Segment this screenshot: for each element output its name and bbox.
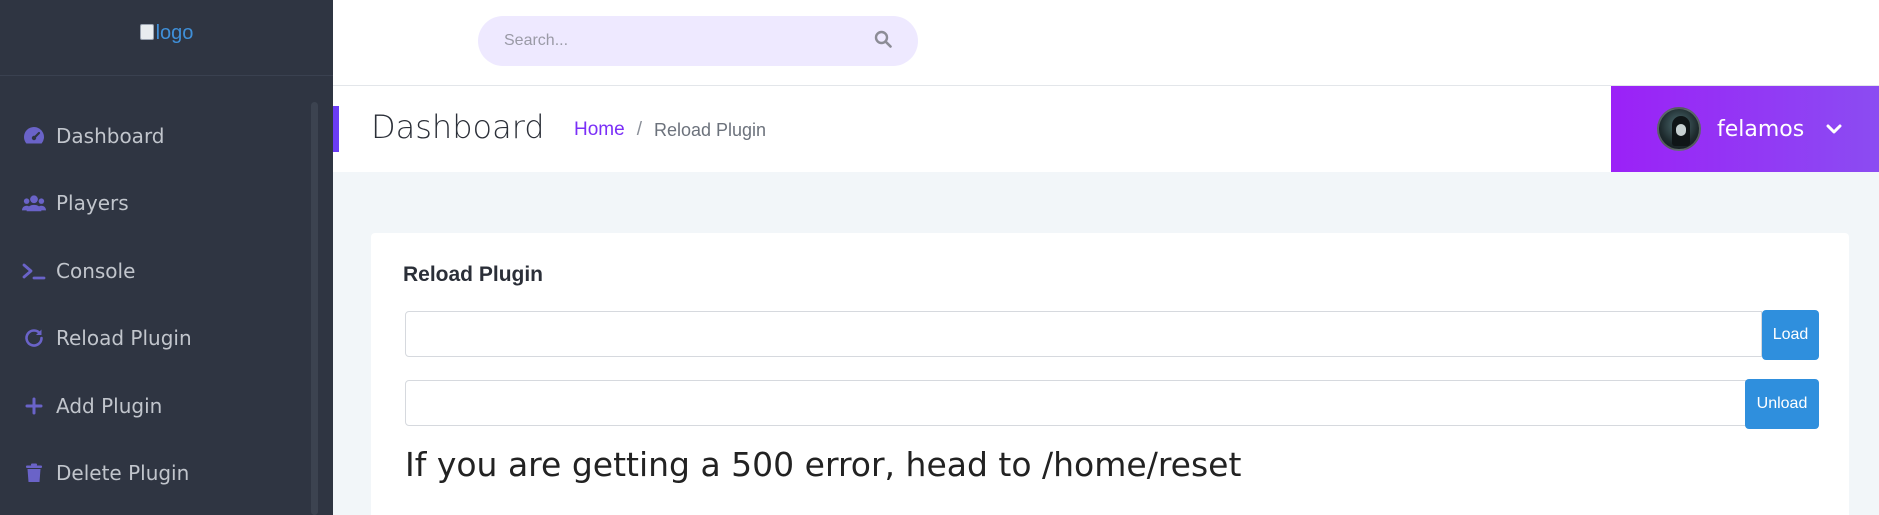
error-notice: If you are getting a 500 error, head to …: [405, 445, 1242, 484]
unload-button[interactable]: Unload: [1745, 379, 1819, 429]
sidebar-item-dashboard[interactable]: Dashboard: [0, 102, 333, 170]
header-accent-bar: [333, 106, 339, 152]
sidebar-item-label: Players: [56, 191, 129, 216]
sidebar-item-label: Reload Plugin: [56, 326, 192, 351]
plus-icon: [22, 394, 46, 418]
sidebar: logo Dashboard Players Console Reload Pl…: [0, 0, 333, 515]
username: felamos: [1717, 116, 1805, 142]
dashboard-gauge-icon: [22, 124, 46, 148]
breadcrumb: Home / Reload Plugin: [574, 119, 766, 141]
sidebar-item-delete-plugin[interactable]: Delete Plugin: [0, 440, 333, 508]
reload-plugin-card: Reload Plugin Load Unload If you are get…: [371, 233, 1849, 515]
sidebar-item-reload-plugin[interactable]: Reload Plugin: [0, 305, 333, 373]
load-plugin-input[interactable]: [405, 311, 1762, 357]
sidebar-item-add-plugin[interactable]: Add Plugin: [0, 372, 333, 440]
sidebar-item-label: Add Plugin: [56, 393, 163, 418]
chevron-down-icon[interactable]: [1826, 123, 1842, 135]
search-input[interactable]: [504, 32, 874, 50]
sidebar-item-label: Console: [56, 258, 136, 283]
search-icon[interactable]: [874, 30, 892, 52]
sidebar-item-players[interactable]: Players: [0, 170, 333, 238]
sidebar-nav: Dashboard Players Console Reload Plugin …: [0, 76, 333, 507]
sidebar-item-label: Dashboard: [56, 123, 165, 148]
sidebar-item-label: Delete Plugin: [56, 461, 190, 486]
logo-alt-text: logo: [155, 22, 194, 44]
sidebar-item-console[interactable]: Console: [0, 237, 333, 305]
broken-image-icon: [139, 24, 154, 40]
user-menu[interactable]: felamos: [1611, 86, 1879, 172]
page-title: Dashboard: [371, 108, 545, 146]
logo[interactable]: logo: [139, 22, 194, 75]
topbar: [333, 0, 1879, 86]
sidebar-scrollbar[interactable]: [311, 102, 318, 515]
reload-icon: [22, 326, 46, 350]
terminal-icon: [22, 259, 46, 283]
avatar: [1657, 107, 1701, 151]
unload-plugin-input[interactable]: [405, 380, 1746, 426]
breadcrumb-home-link[interactable]: Home: [574, 119, 625, 141]
trash-icon: [22, 461, 46, 485]
users-icon: [22, 191, 46, 215]
breadcrumb-separator: /: [636, 119, 642, 140]
card-title: Reload Plugin: [403, 263, 544, 286]
search-bar: [478, 16, 918, 66]
breadcrumb-current: Reload Plugin: [653, 119, 767, 140]
logo-area: logo: [0, 0, 333, 76]
load-button[interactable]: Load: [1762, 310, 1819, 360]
